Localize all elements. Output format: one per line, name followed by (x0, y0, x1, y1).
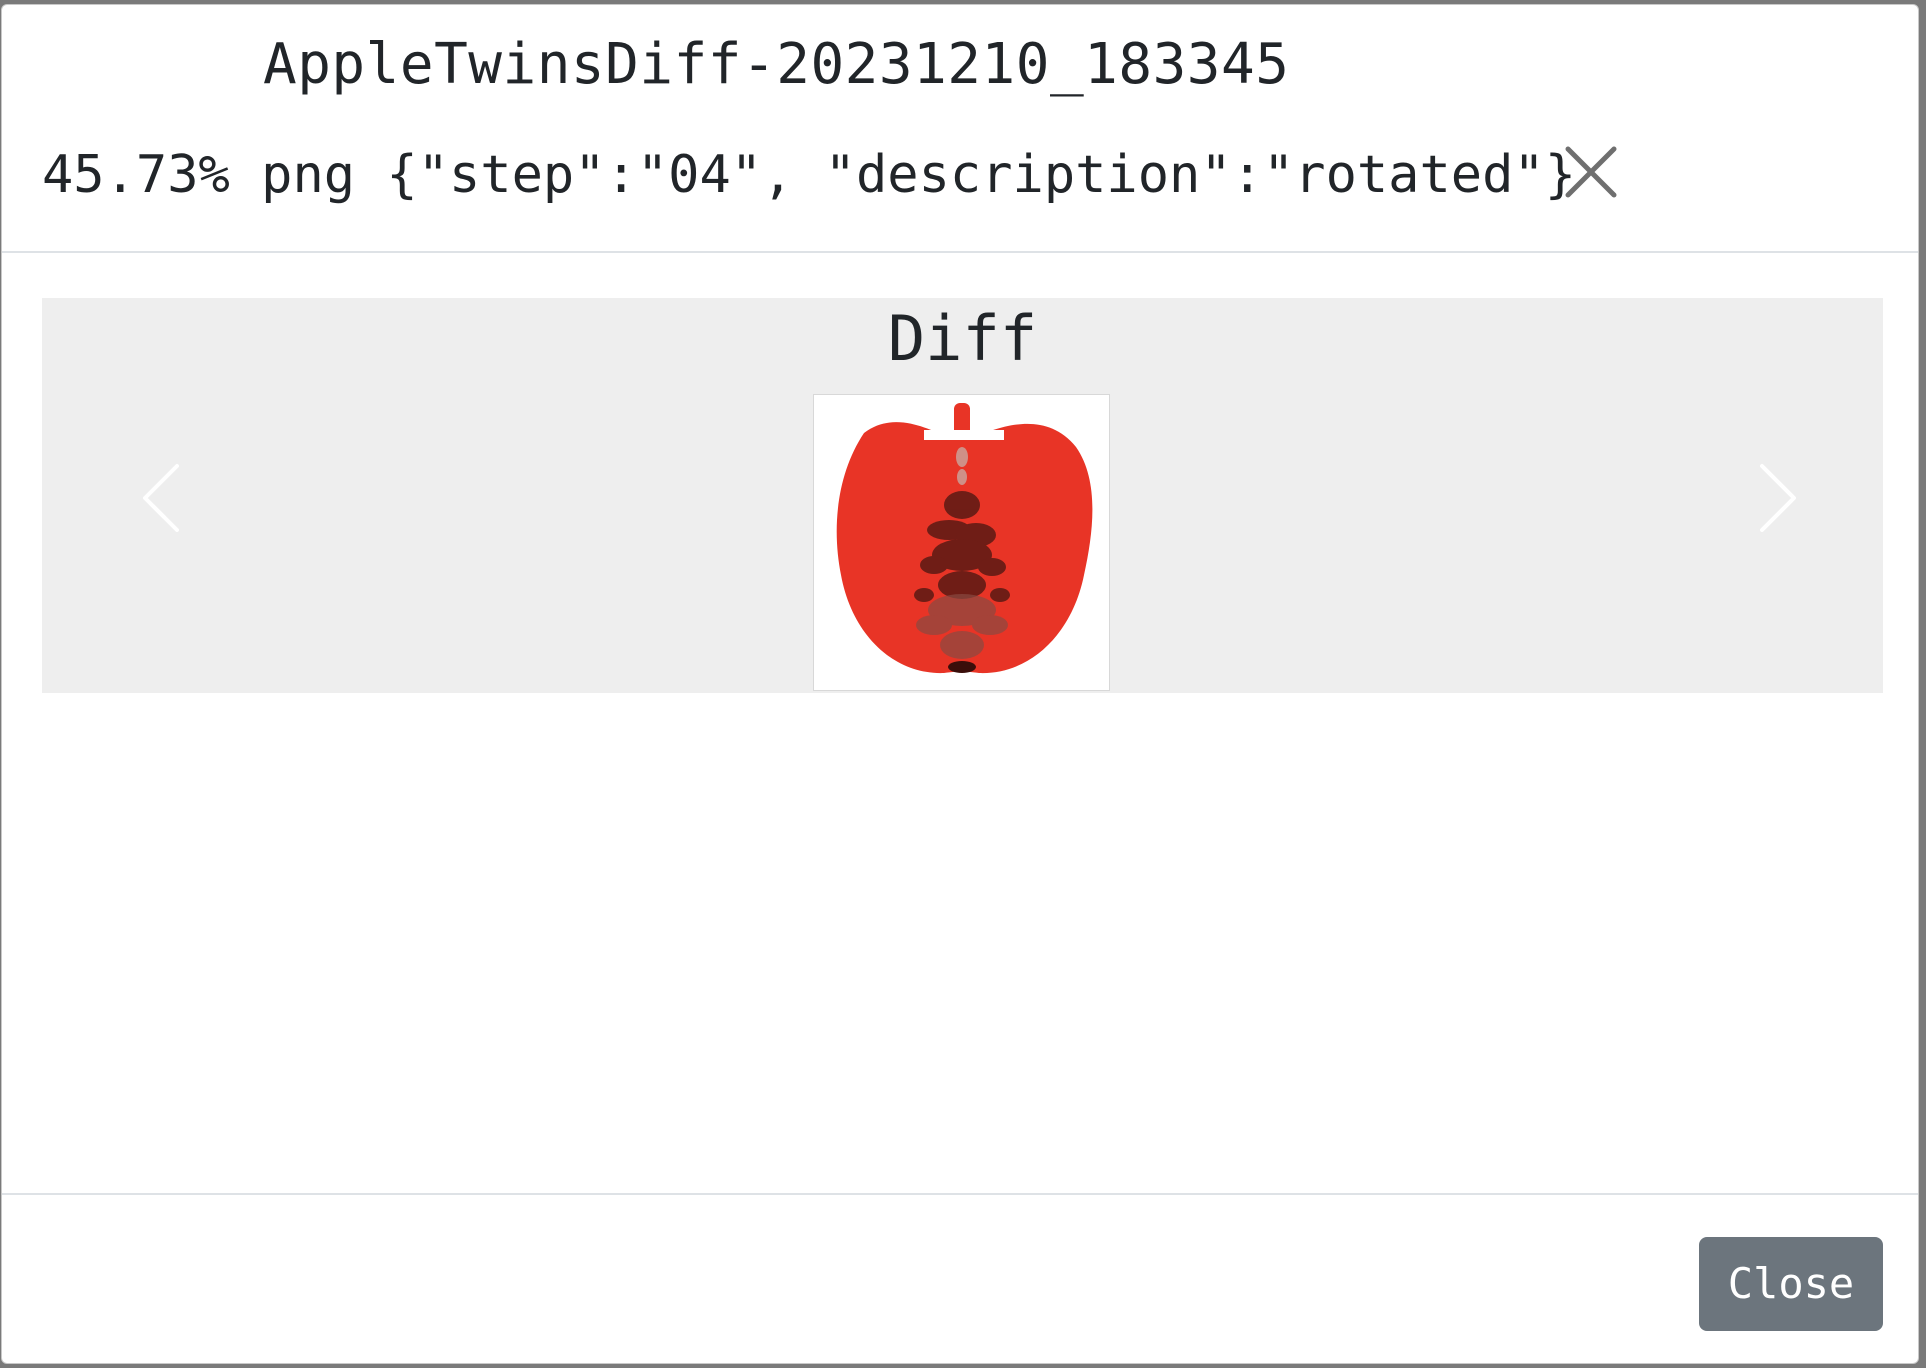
chevron-right-icon[interactable] (1752, 458, 1802, 538)
diff-image (813, 394, 1110, 691)
modal-subtitle: 45.73% png {"step":"04", "description":"… (42, 145, 1577, 205)
carousel-caption: Diff (887, 302, 1038, 375)
modal-title: AppleTwinsDiff-20231210_183345 (263, 32, 1290, 97)
close-button[interactable]: Close (1699, 1237, 1883, 1331)
modal-header: AppleTwinsDiff-20231210_183345 45.73% pn… (2, 5, 1918, 253)
image-diff-modal: AppleTwinsDiff-20231210_183345 45.73% pn… (1, 4, 1919, 1364)
close-icon[interactable] (1562, 143, 1620, 201)
modal-footer: Close (2, 1193, 1918, 1363)
modal-body: Diff (2, 253, 1918, 1193)
chevron-left-icon[interactable] (137, 458, 187, 538)
image-carousel: Diff (42, 298, 1883, 693)
